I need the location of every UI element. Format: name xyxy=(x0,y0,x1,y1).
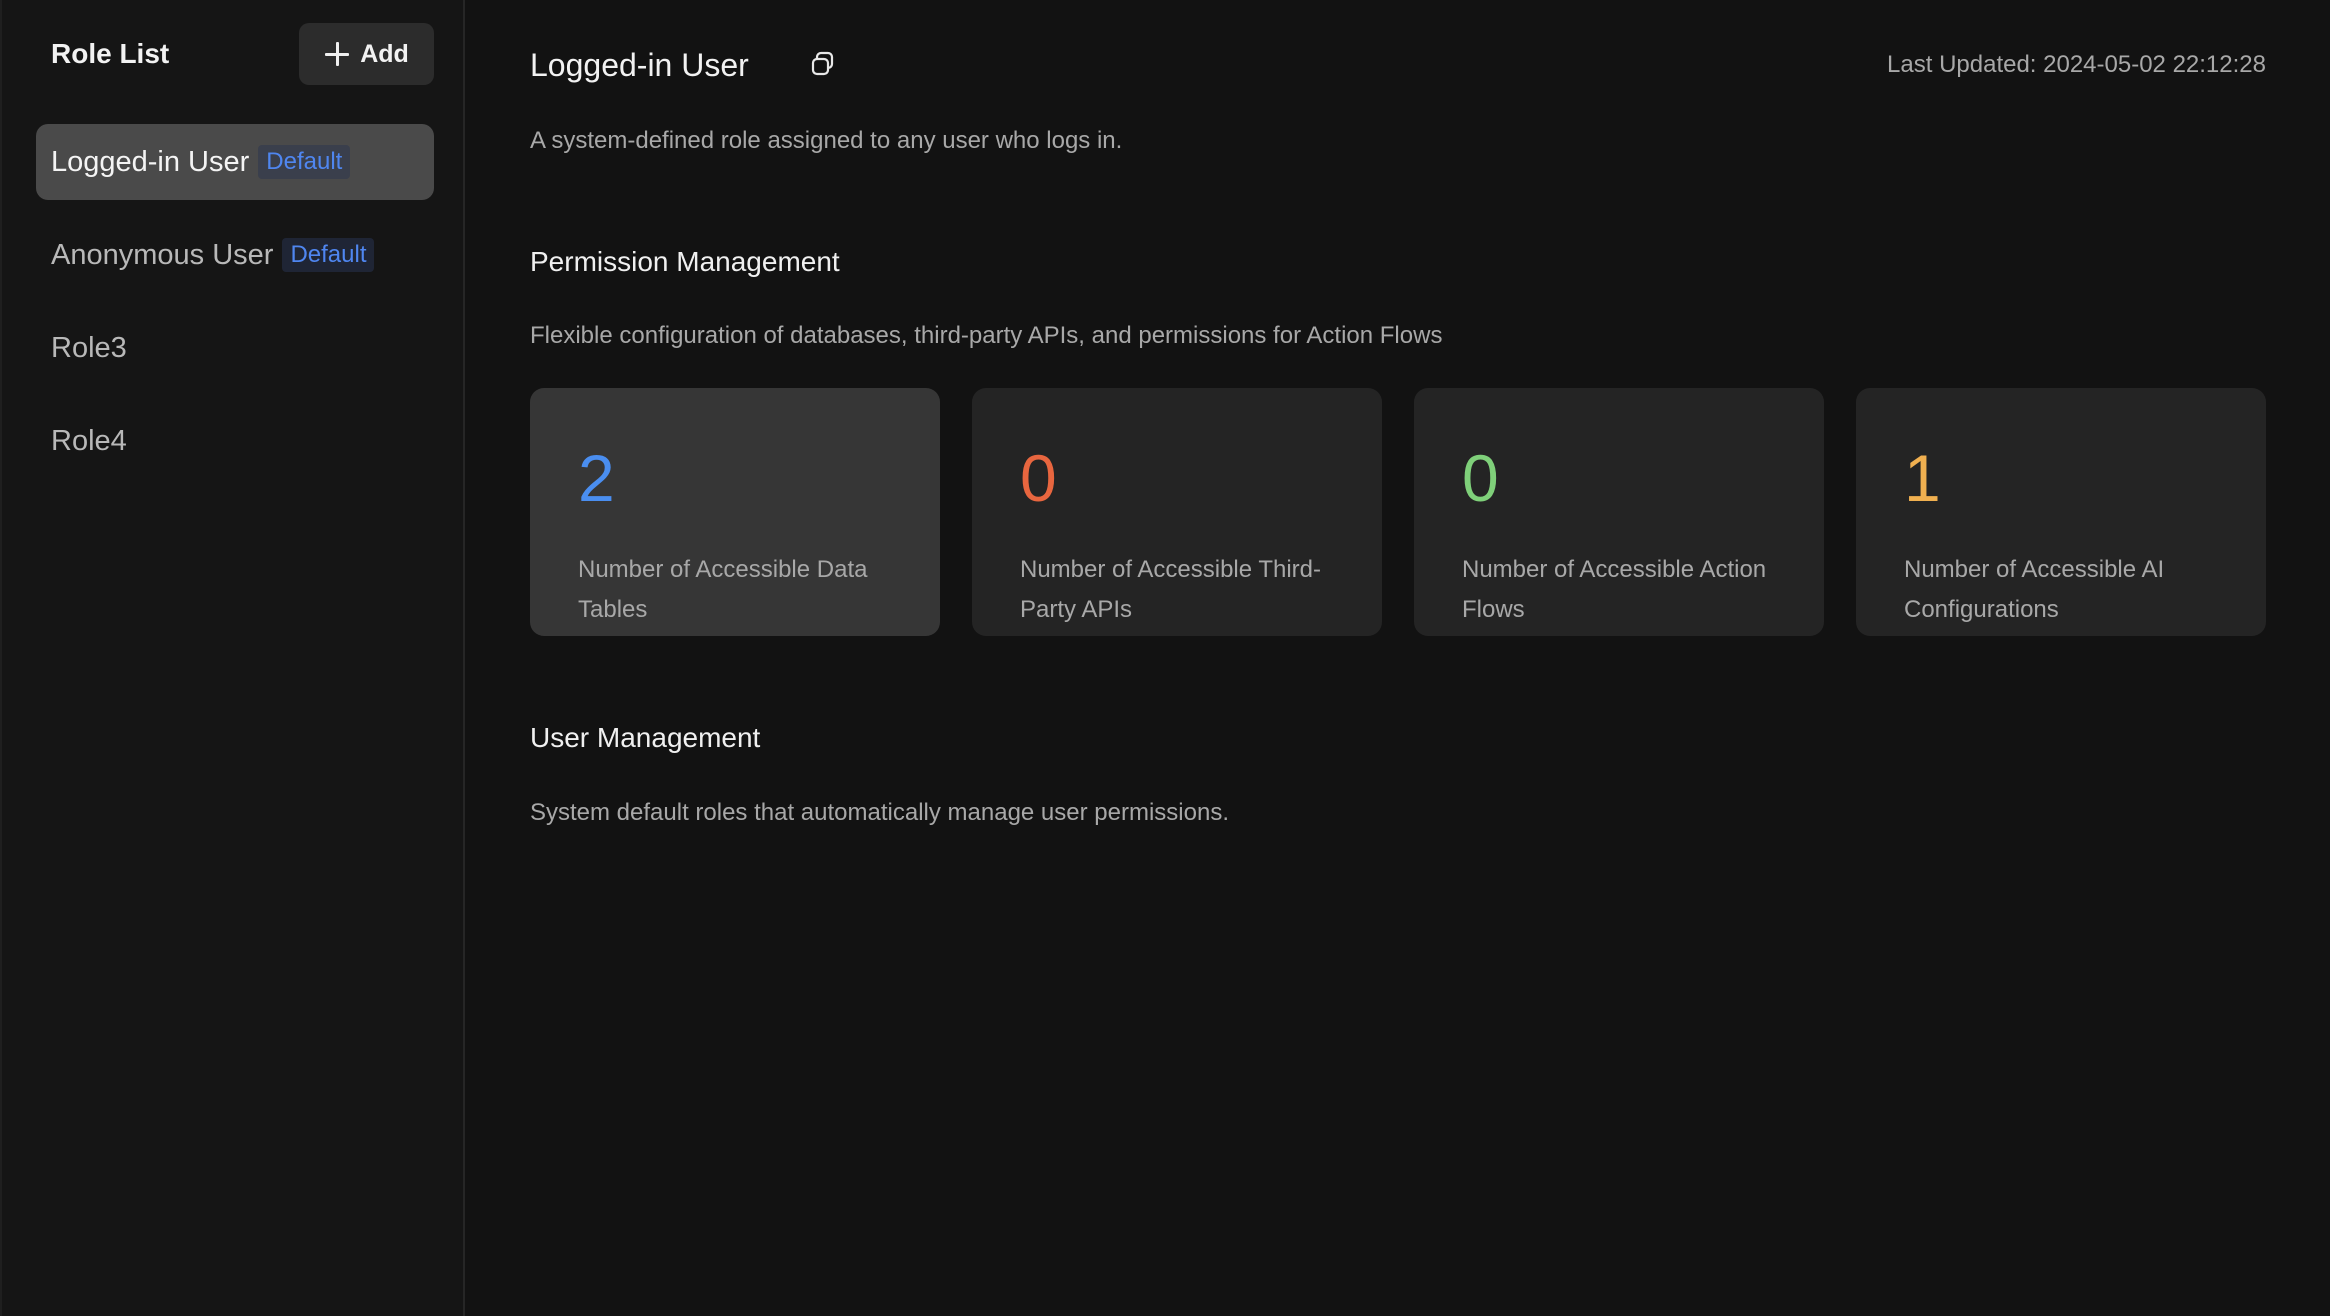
card-label: Number of Accessible Third-Party APIs xyxy=(1020,556,1322,623)
sidebar: Role List Add Logged-in User Default Ano… xyxy=(0,0,465,1316)
card-data-tables[interactable]: 2 Number of Accessible Data Tables xyxy=(530,388,940,636)
card-value: 0 xyxy=(1020,441,1057,515)
card-value: 2 xyxy=(578,441,615,515)
app-root: Role List Add Logged-in User Default Ano… xyxy=(0,0,2330,1316)
role-list: Logged-in User Default Anonymous User De… xyxy=(36,124,434,496)
card-third-party-apis[interactable]: 0 Number of Accessible Third-Party APIs xyxy=(972,388,1382,636)
card-label: Number of Accessible Action Flows xyxy=(1462,556,1767,623)
main-content: Logged-in User Last Updated: 2024-05-02 … xyxy=(530,0,2266,1316)
sidebar-header: Role List Add xyxy=(2,0,465,108)
role-item-role3[interactable]: Role3 xyxy=(36,310,434,386)
sidebar-title: Role List xyxy=(51,38,170,69)
user-management-description: System default roles that automatically … xyxy=(530,799,1229,826)
default-badge: Default xyxy=(258,145,351,179)
role-description: A system-defined role assigned to any us… xyxy=(530,127,1123,154)
role-name: Logged-in User xyxy=(51,145,250,178)
permission-management-description: Flexible configuration of databases, thi… xyxy=(530,322,1443,349)
role-name: Role4 xyxy=(51,424,127,457)
permission-cards: 2 Number of Accessible Data Tables 0 Num… xyxy=(530,388,2266,636)
add-role-button[interactable]: Add xyxy=(299,23,434,85)
role-name: Anonymous User xyxy=(51,238,274,271)
permission-management-title: Permission Management xyxy=(530,246,840,277)
plus-icon xyxy=(324,41,350,67)
user-management-title: User Management xyxy=(530,722,761,753)
add-button-label: Add xyxy=(360,39,409,68)
role-name: Role3 xyxy=(51,331,127,364)
role-item-role4[interactable]: Role4 xyxy=(36,403,434,479)
card-value: 0 xyxy=(1462,441,1499,515)
page-title: Logged-in User xyxy=(530,47,749,83)
role-item-logged-in-user[interactable]: Logged-in User Default xyxy=(36,124,434,200)
card-label: Number of Accessible AI Configurations xyxy=(1904,556,2165,623)
card-action-flows[interactable]: 0 Number of Accessible Action Flows xyxy=(1414,388,1824,636)
card-label: Number of Accessible Data Tables xyxy=(578,556,868,623)
last-updated: Last Updated: 2024-05-02 22:12:28 xyxy=(1887,51,2266,78)
default-badge: Default xyxy=(282,238,375,272)
card-value: 1 xyxy=(1904,441,1941,515)
copy-icon[interactable] xyxy=(808,49,838,79)
card-ai-configurations[interactable]: 1 Number of Accessible AI Configurations xyxy=(1856,388,2266,636)
role-item-anonymous-user[interactable]: Anonymous User Default xyxy=(36,217,434,293)
